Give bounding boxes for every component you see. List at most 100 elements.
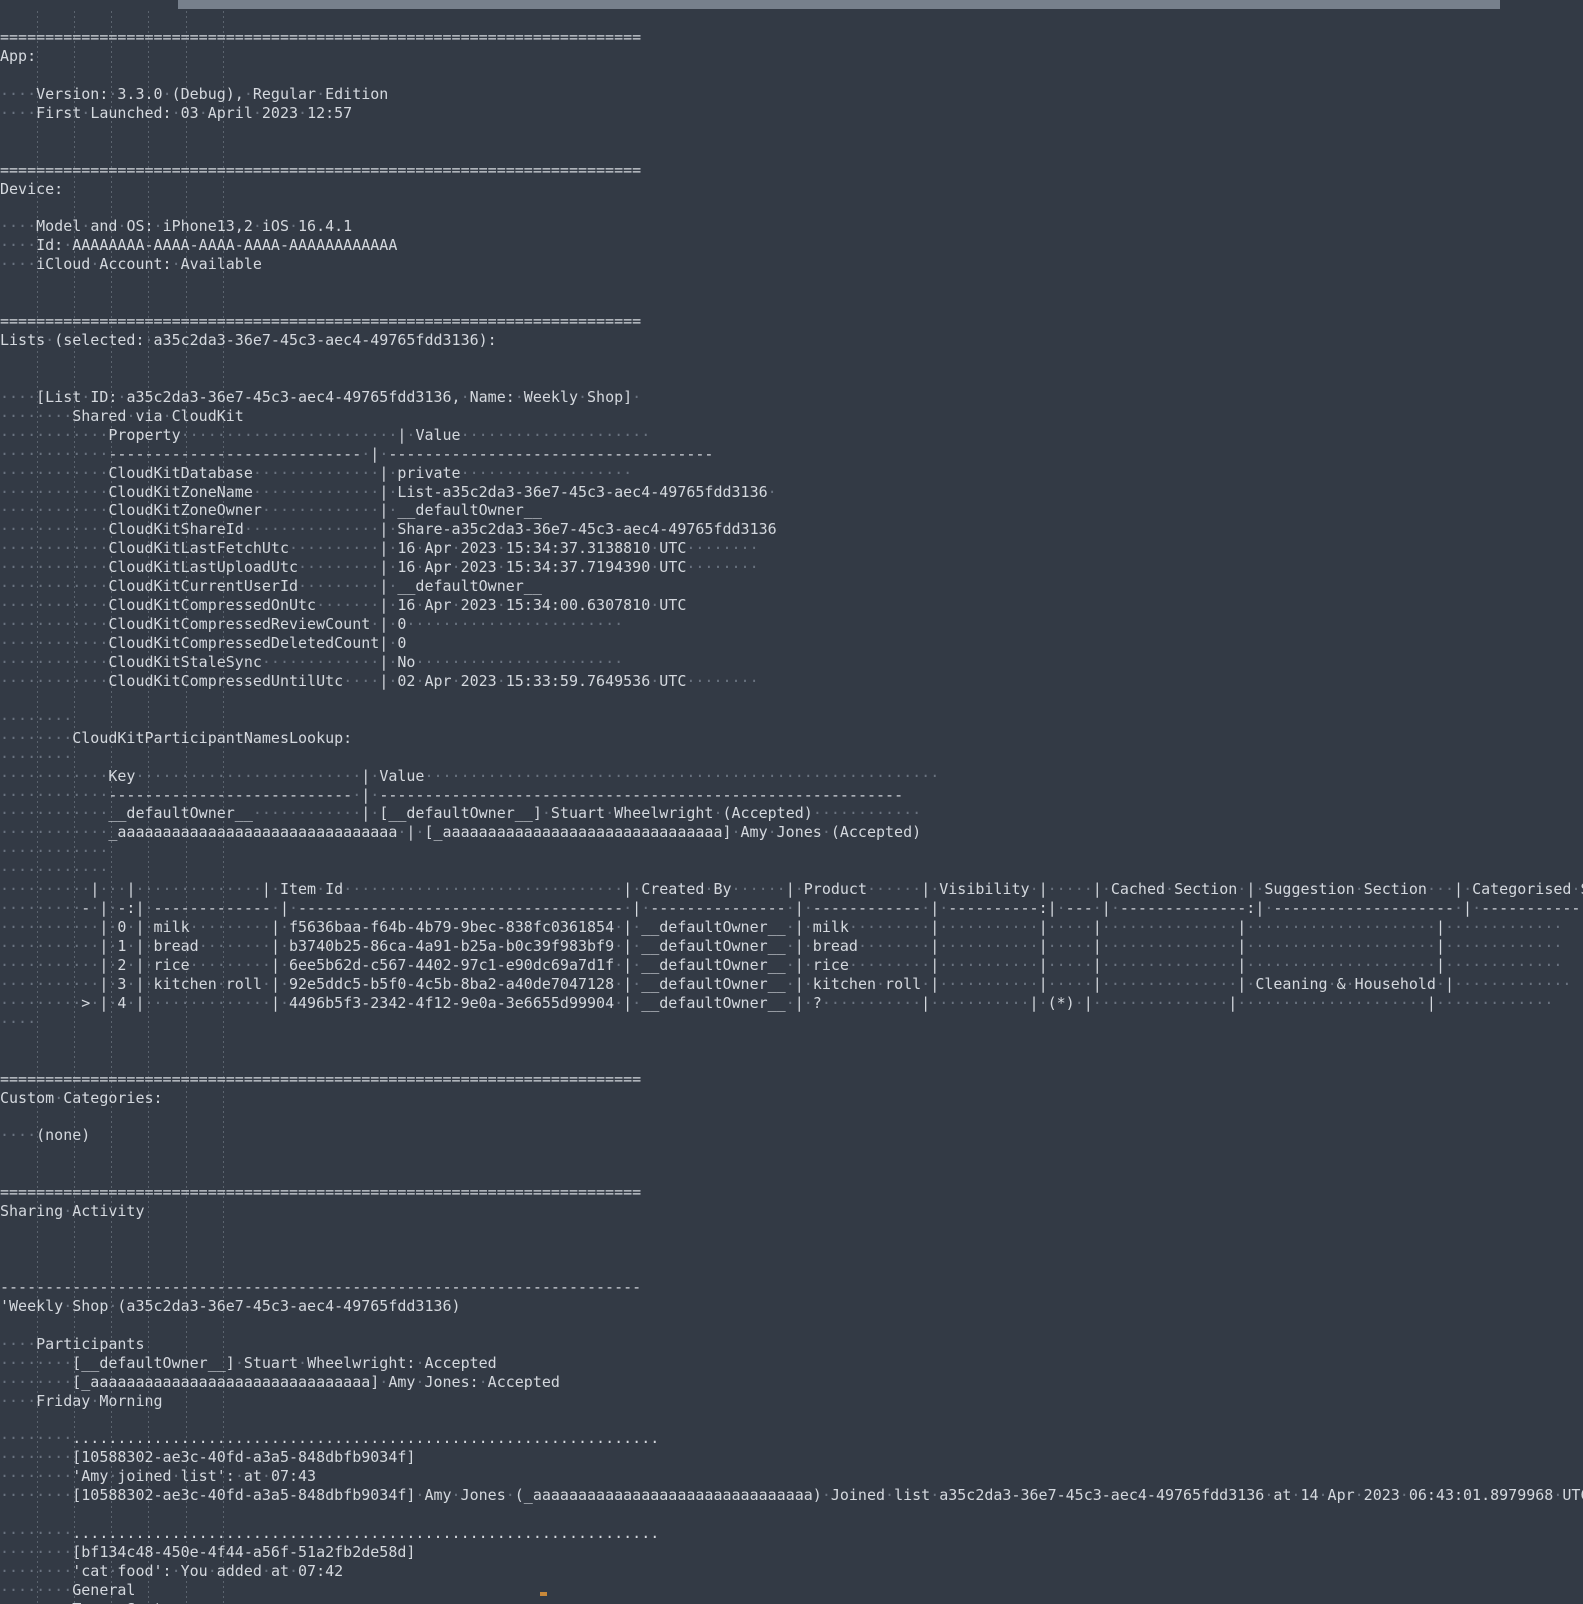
code-line[interactable]: ···········|·0·|·milk·········|·f5636baa… <box>0 918 1583 937</box>
whitespace-marker: · <box>406 425 416 444</box>
code-line[interactable]: ····(none) <box>0 1126 1583 1145</box>
code-line[interactable]: ············CloudKitShareId·············… <box>0 520 1583 539</box>
code-line[interactable]: ············----------------------------… <box>0 445 1583 464</box>
code-line[interactable] <box>0 369 1583 388</box>
code-line[interactable] <box>0 1259 1583 1278</box>
code-line[interactable]: ========================================… <box>0 161 1583 180</box>
code-line[interactable]: ············CloudKitCompressedReviewCoun… <box>0 615 1583 634</box>
code-line[interactable]: ············---------------------------·… <box>0 786 1583 805</box>
code-line[interactable]: ············ <box>0 842 1583 861</box>
code-line[interactable]: ········ <box>0 710 1583 729</box>
code-text-surface[interactable]: ========================================… <box>0 11 1583 1604</box>
code-line[interactable]: ············Property····················… <box>0 426 1583 445</box>
code-line[interactable]: ········Shared·via·CloudKit <box>0 407 1583 426</box>
whitespace-marker: · <box>270 880 280 899</box>
code-line[interactable]: Device: <box>0 180 1583 199</box>
code-line[interactable]: ····Version:·3.3.0·(Debug),·Regular·Edit… <box>0 85 1583 104</box>
whitespace-marker: · <box>1454 899 1464 918</box>
code-line[interactable] <box>0 1410 1583 1429</box>
whitespace-marker: ············ <box>0 463 109 482</box>
code-lines[interactable]: ========================================… <box>0 11 1583 1604</box>
code-line[interactable]: ········General <box>0 1581 1583 1600</box>
whitespace-marker: · <box>316 880 326 899</box>
code-line[interactable]: ····Friday·Morning <box>0 1392 1583 1411</box>
code-line[interactable]: ········'Amy·joined·list':·at·07:43 <box>0 1467 1583 1486</box>
code-line[interactable]: ········Type:→Sent <box>0 1600 1583 1604</box>
code-line[interactable]: ·········>·|·4·|··············|·4496b5f3… <box>0 994 1583 1013</box>
code-line[interactable]: ···········|·2·|·rice·········|·6ee5b62d… <box>0 956 1583 975</box>
code-line[interactable]: ············CloudKitZoneName············… <box>0 483 1583 502</box>
code-line[interactable]: ········[10588302-ae3c-40fd-a3a5-848dbfb… <box>0 1486 1583 1505</box>
code-line[interactable]: Custom·Categories: <box>0 1089 1583 1108</box>
code-line[interactable] <box>0 1221 1583 1240</box>
code-line[interactable] <box>0 350 1583 369</box>
code-line[interactable]: ········CloudKitParticipantNamesLookup: <box>0 729 1583 748</box>
code-line[interactable]: ············Key·························… <box>0 767 1583 786</box>
code-line[interactable] <box>0 123 1583 142</box>
code-line[interactable]: ············__defaultOwner__············… <box>0 804 1583 823</box>
code-line[interactable]: ····Participants <box>0 1335 1583 1354</box>
code-line[interactable]: ========================================… <box>0 1070 1583 1089</box>
code-line[interactable]: ····Id:·AAAAAAAA-AAAA-AAAA-AAAA-AAAAAAAA… <box>0 236 1583 255</box>
code-line[interactable]: ········................................… <box>0 1429 1583 1448</box>
code-line[interactable] <box>0 1240 1583 1259</box>
code-line[interactable] <box>0 1107 1583 1126</box>
code-line[interactable] <box>0 1164 1583 1183</box>
code-line[interactable] <box>0 1051 1583 1070</box>
code-line[interactable]: ············CloudKitCurrentUserId·······… <box>0 577 1583 596</box>
code-line[interactable]: ············CloudKitCompressedOnUtc·····… <box>0 596 1583 615</box>
code-line[interactable]: ············CloudKitCompressedDeletedCou… <box>0 634 1583 653</box>
whitespace-marker: ··············· <box>243 520 380 539</box>
code-line[interactable]: ···········|·3·|·kitchen·roll·|·92e5ddc5… <box>0 975 1583 994</box>
code-line[interactable]: ········[10588302-ae3c-40fd-a3a5-848dbfb… <box>0 1448 1583 1467</box>
code-line[interactable]: ········[bf134c48-450e-4f44-a56f-51a2fb2… <box>0 1543 1583 1562</box>
code-line[interactable]: ············CloudKitCompressedUntilUtc··… <box>0 672 1583 691</box>
code-line[interactable] <box>0 1505 1583 1524</box>
code-line[interactable] <box>0 198 1583 217</box>
code-line[interactable]: ············ <box>0 861 1583 880</box>
code-line[interactable]: ········................................… <box>0 1524 1583 1543</box>
code-line[interactable]: ········ <box>0 748 1583 767</box>
whitespace-marker: ····················· <box>460 425 651 444</box>
code-line[interactable]: App: <box>0 47 1583 66</box>
code-line[interactable]: ========================================… <box>0 1183 1583 1202</box>
code-line[interactable] <box>0 142 1583 161</box>
code-line[interactable]: ········'cat·food':·You·added·at·07:42 <box>0 1562 1583 1581</box>
code-line[interactable]: ············CloudKitDatabase············… <box>0 464 1583 483</box>
code-line[interactable]: ========================================… <box>0 28 1583 47</box>
code-line[interactable]: ····[List·ID:·a35c2da3-36e7-45c3-aec4-49… <box>0 388 1583 407</box>
code-line[interactable]: ····First·Launched:·03·April·2023·12:57 <box>0 104 1583 123</box>
code-line[interactable]: Sharing·Activity <box>0 1202 1583 1221</box>
code-line[interactable]: ··········|···|··············|·Item·Id··… <box>0 880 1583 899</box>
code-line[interactable]: ············CloudKitStaleSync···········… <box>0 653 1583 672</box>
code-line[interactable]: ···········|·1·|·bread········|·b3740b25… <box>0 937 1583 956</box>
whitespace-marker: · <box>451 1486 461 1505</box>
code-line[interactable]: ----------------------------------------… <box>0 1278 1583 1297</box>
code-line[interactable] <box>0 1032 1583 1051</box>
code-line[interactable]: ············_aaaaaaaaaaaaaaaaaaaaaaaaaaa… <box>0 823 1583 842</box>
code-line[interactable] <box>0 1145 1583 1164</box>
code-line[interactable]: ········[_aaaaaaaaaaaaaaaaaaaaaaaaaaaaaa… <box>0 1373 1583 1392</box>
whitespace-marker: ··· <box>1426 880 1455 899</box>
code-line[interactable]: 'Weekly·Shop·(a35c2da3-36e7-45c3-aec4-49… <box>0 1297 1583 1316</box>
code-line[interactable] <box>0 293 1583 312</box>
code-line[interactable]: ········[__defaultOwner__]·Stuart·Wheelw… <box>0 1354 1583 1373</box>
code-line[interactable]: ············CloudKitLastFetchUtc········… <box>0 539 1583 558</box>
code-line[interactable] <box>0 691 1583 710</box>
code-line[interactable]: ············CloudKitLastUploadUtc·······… <box>0 558 1583 577</box>
code-line[interactable]: ············CloudKitZoneOwner···········… <box>0 501 1583 520</box>
code-line[interactable] <box>0 66 1583 85</box>
code-line[interactable]: ·········-·|·-:|·-------------·|·-------… <box>0 899 1583 918</box>
code-line[interactable]: ========================================… <box>0 312 1583 331</box>
code-line[interactable] <box>0 274 1583 293</box>
whitespace-marker: · <box>614 937 624 955</box>
horizontal-scrollbar-track[interactable] <box>0 0 1583 11</box>
code-line[interactable]: ···· <box>0 1013 1583 1032</box>
code-line[interactable]: ····Model·and·OS:·iPhone13,2·iOS·16.4.1 <box>0 217 1583 236</box>
code-line[interactable] <box>0 1316 1583 1335</box>
code-line[interactable]: ····iCloud·Account:·Available <box>0 255 1583 274</box>
whitespace-marker: · <box>361 444 371 463</box>
horizontal-scrollbar-thumb[interactable] <box>178 0 1500 9</box>
whitespace-marker: · <box>821 823 831 842</box>
code-line[interactable]: Lists·(selected:·a35c2da3-36e7-45c3-aec4… <box>0 331 1583 350</box>
